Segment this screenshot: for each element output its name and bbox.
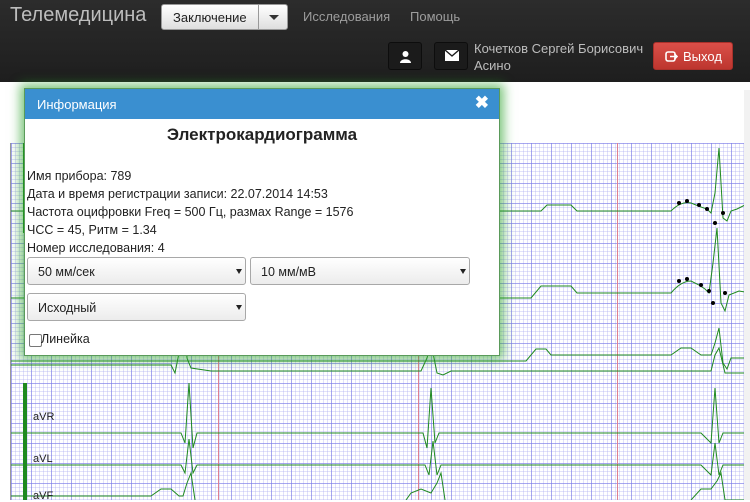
speed-select[interactable]: 50 мм/сек (27, 257, 246, 285)
profile-button[interactable] (388, 42, 422, 70)
user-icon (400, 51, 411, 63)
logout-icon (665, 51, 678, 62)
messages-button[interactable] (434, 42, 468, 70)
lead-label-avf: aVF (33, 490, 54, 502)
nav-link-studies[interactable]: Исследования (303, 9, 390, 24)
ecg-marker-point (677, 279, 681, 283)
ecg-marker-point (699, 283, 703, 287)
ecg-marker-point (685, 277, 689, 281)
lead-label-avr: aVR (33, 411, 55, 423)
gain-select-value: 10 мм/мВ (261, 265, 316, 279)
user-full-name: Кочетков Сергей Борисович (474, 41, 644, 56)
user-location: Асино (474, 58, 511, 73)
info-record-datetime: Дата и время регистрации записи: 22.07.2… (27, 187, 328, 201)
ecg-trace-aVR (11, 382, 750, 449)
info-sampling-rate: Частота оцифровки Freq = 500 Гц, размах … (27, 205, 354, 219)
info-study-number: Номер исследования: 4 (27, 241, 165, 255)
filter-select-value: Исходный (38, 301, 97, 315)
speed-select-value: 50 мм/сек (38, 265, 95, 279)
ecg-marker-point (685, 199, 689, 203)
logout-button[interactable]: Выход (653, 42, 733, 70)
top-navbar: Телемедицина Заключение Исследования Пом… (0, 0, 750, 82)
ecg-marker-point (707, 289, 711, 293)
ecg-marker-point (721, 211, 725, 215)
close-icon[interactable]: ✖ (475, 93, 489, 113)
user-name: Кочетков Сергей Борисович Асино (474, 40, 654, 74)
info-modal: Информация ✖ Электрокардиограмма Имя при… (24, 88, 500, 356)
conclusion-dropdown-button[interactable]: Заключение (161, 4, 259, 30)
modal-title: Информация (37, 97, 117, 112)
ecg-marker-point (677, 201, 681, 205)
vertical-scrollbar[interactable] (744, 90, 750, 500)
modal-header[interactable]: Информация ✖ (25, 89, 499, 119)
info-heart-rate: ЧСС = 45, Ритм = 1.34 (27, 223, 157, 237)
ecg-marker-point (723, 291, 727, 295)
filter-select[interactable]: Исходный (27, 293, 246, 321)
envelope-icon (445, 50, 459, 61)
info-device-name: Имя прибора: 789 (27, 169, 132, 183)
chevron-down-icon (236, 269, 242, 274)
logout-label: Выход (683, 49, 722, 64)
chevron-down-icon (236, 305, 242, 310)
nav-link-help[interactable]: Помощь (410, 9, 460, 24)
lead-label-avl: aVL (33, 453, 53, 465)
conclusion-dropdown-toggle[interactable] (258, 4, 288, 30)
rpeak-markers (677, 199, 727, 305)
ecg-trace-aVL (11, 438, 750, 477)
chevron-down-icon (460, 269, 466, 274)
gain-select[interactable]: 10 мм/мВ (250, 257, 470, 285)
ecg-info-list: Имя прибора: 789 Дата и время регистраци… (27, 167, 353, 257)
app-title[interactable]: Телемедицина (10, 4, 146, 27)
ecg-marker-point (713, 221, 717, 225)
ecg-marker-point (705, 207, 709, 211)
modal-heading: Электрокардиограмма (166, 125, 358, 144)
ecg-marker-point (697, 203, 701, 207)
caret-down-icon (269, 15, 279, 20)
ruler-label[interactable]: Линейка (41, 332, 90, 346)
ecg-trace-aVF (11, 471, 750, 500)
ecg-marker-point (711, 301, 715, 305)
